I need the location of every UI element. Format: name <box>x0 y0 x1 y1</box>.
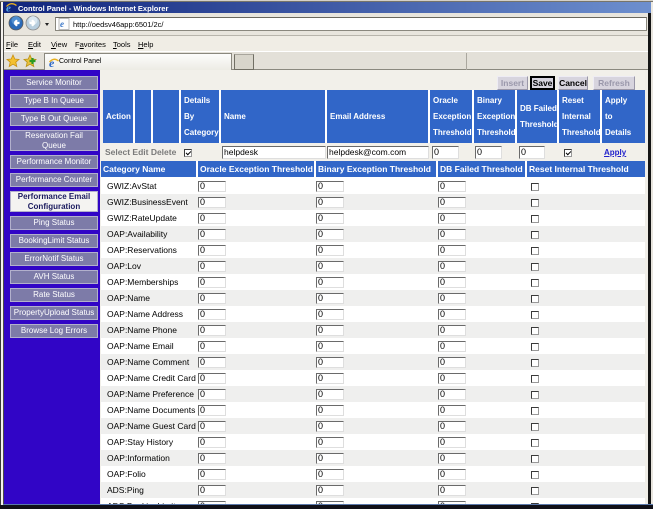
svg-text:e: e <box>60 19 64 29</box>
